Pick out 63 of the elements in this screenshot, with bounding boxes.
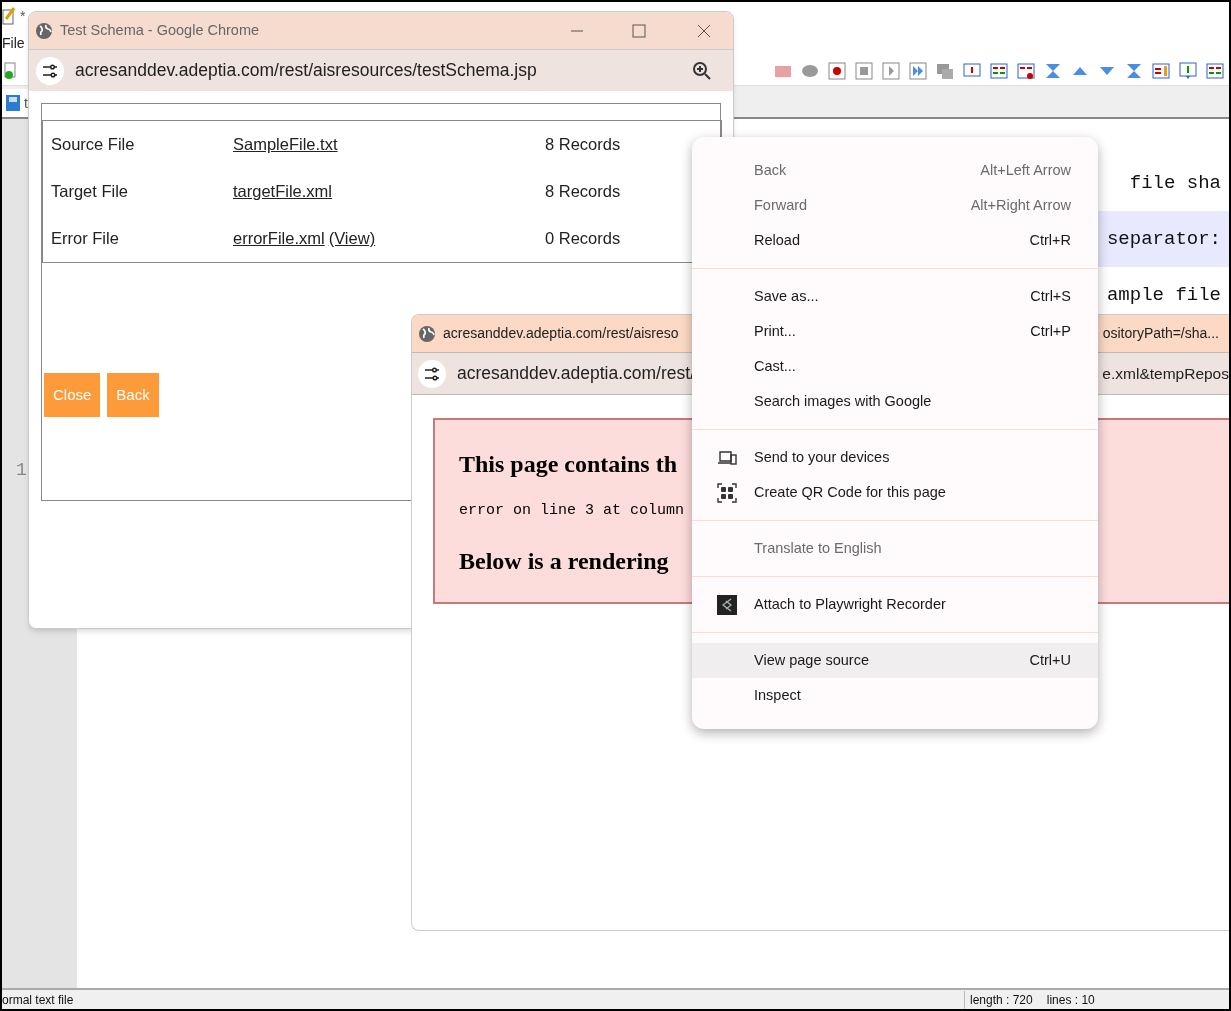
globe-icon (35, 21, 53, 40)
code-line: separator: (1106, 226, 1221, 252)
window-title: Test Schema - Google Chrome (60, 20, 261, 40)
file-link[interactable]: SampleFile.txt (233, 132, 338, 157)
unsaved-mark: * (20, 6, 26, 26)
lines-label: lines : 10 (1046, 991, 1095, 1009)
shortcut-label: Ctrl+S (1030, 286, 1071, 306)
maximize-icon[interactable] (632, 23, 646, 38)
file-link[interactable]: errorFile.xml (233, 226, 325, 251)
stop-icon[interactable] (854, 60, 874, 81)
shortcut-label: Alt+Right Arrow (970, 195, 1071, 215)
menu-item[interactable]: View page source Ctrl+U (692, 643, 1098, 678)
compare-icon[interactable] (989, 60, 1009, 81)
zoom-in-icon[interactable] (692, 60, 712, 81)
menu-item[interactable]: Print... Ctrl+P (692, 314, 1098, 349)
row-label: Target File (50, 181, 130, 203)
window-title: acresanddev.adeptia.com/rest/aisreso (443, 324, 679, 343)
code-line: ample file (1106, 282, 1221, 308)
record-icon[interactable] (827, 60, 847, 81)
fast-forward-icon[interactable] (908, 60, 928, 81)
shortcut-label: Ctrl+U (1029, 650, 1071, 670)
code-line: file sha (1129, 170, 1221, 196)
devices-icon (717, 450, 737, 465)
play-icon[interactable] (881, 60, 901, 81)
panel-icon[interactable] (1151, 60, 1171, 81)
shortcut-label: Ctrl+P (1030, 321, 1071, 341)
file-link[interactable]: targetFile.xml (233, 179, 333, 204)
window-title: ositoryPath=/sha... (1102, 324, 1220, 343)
menu-item[interactable]: Search images with Google (692, 384, 1098, 419)
error-heading: This page contains th (459, 450, 678, 479)
menu-item[interactable]: Save as... Ctrl+S (692, 279, 1098, 314)
bookmark-icon[interactable] (1178, 60, 1198, 81)
address-bar[interactable]: e.xml&tempRepos (1102, 361, 1229, 386)
error-footer: Below is a rendering (459, 542, 669, 579)
file-type-label: ormal text file (2, 990, 965, 1009)
record-count: 8 Records (545, 134, 621, 156)
globe-icon (418, 324, 436, 343)
site-settings-icon[interactable] (418, 359, 446, 388)
menu-item[interactable]: Attach to Playwright Recorder (692, 587, 1098, 622)
row-label: Source File (50, 134, 136, 156)
menu-item[interactable]: Reload Ctrl+R (692, 223, 1098, 258)
qr-code-icon (717, 482, 737, 503)
row-label: Error File (50, 228, 120, 250)
menu-item[interactable]: Create QR Code for this page (692, 475, 1098, 510)
menu-item[interactable]: Send to your devices (692, 440, 1098, 475)
compare-delete-icon[interactable] (1016, 60, 1036, 81)
error-message: error on line 3 at column (459, 501, 685, 521)
save-icon (6, 95, 20, 111)
shortcut-label: Ctrl+R (1029, 230, 1071, 250)
length-label: length : 720 (970, 991, 1033, 1009)
extension-icon (717, 594, 737, 615)
record-count: 8 Records (545, 181, 621, 203)
line-number: 1 (16, 459, 28, 482)
menu-item[interactable]: Inspect (692, 678, 1098, 713)
file-link[interactable]: (View) (328, 226, 376, 251)
shortcut-label: Alt+Left Arrow (980, 160, 1071, 180)
menu-item[interactable]: Cast... (692, 349, 1098, 384)
close-icon[interactable] (697, 23, 711, 38)
menu-item[interactable]: File (2, 32, 25, 54)
record-count: 0 Records (545, 228, 621, 250)
site-settings-icon[interactable] (36, 56, 64, 85)
compare-icon[interactable] (1205, 60, 1225, 81)
address-bar[interactable]: acresanddev.adeptia.com/rest/ (457, 360, 695, 387)
